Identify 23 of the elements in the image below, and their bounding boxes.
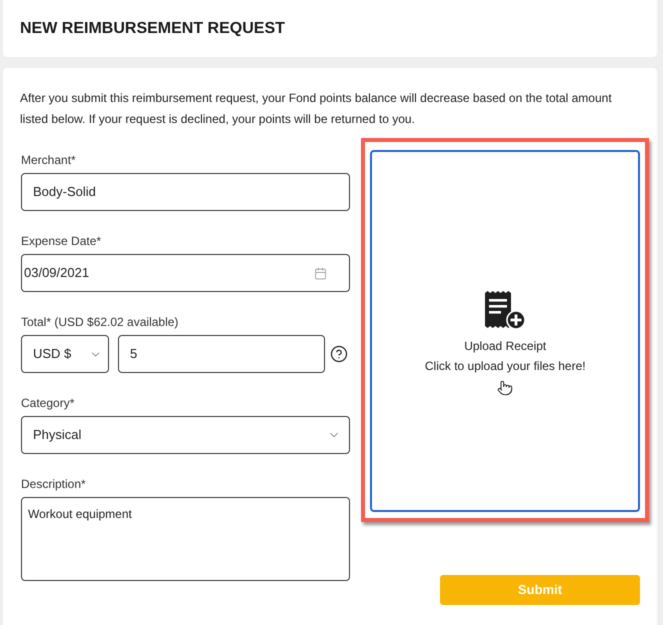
date-value: 03/09/2021 (24, 264, 90, 282)
upload-dropzone[interactable]: Upload Receipt Click to upload your files here! (370, 150, 640, 512)
currency-value: USD $ (33, 345, 72, 364)
field-label: Total* (USD $62.02 available) (21, 314, 180, 330)
field-label: Description* (21, 476, 87, 492)
description-field[interactable]: Workout equipment (21, 497, 350, 581)
hand-pointer-icon (497, 380, 514, 396)
field-label: Merchant* (21, 152, 77, 168)
date-field[interactable]: 03/09/2021 (21, 254, 350, 292)
category-value: Physical (33, 426, 82, 444)
page-title: NEW REIMBURSEMENT REQUEST (20, 18, 285, 38)
text-field[interactable]: Body-Solid (21, 173, 350, 211)
field-label: Category* (21, 395, 76, 411)
category-select[interactable]: Physical (21, 416, 350, 454)
upload-hint: Click to upload your files here! (424, 358, 586, 375)
help-icon[interactable] (330, 345, 348, 363)
field-label: Expense Date* (21, 233, 102, 249)
upload-title: Upload Receipt (464, 338, 546, 355)
calendar-icon[interactable] (314, 266, 328, 280)
currency-select[interactable]: USD $ (21, 335, 109, 373)
intro-text: After you submit this reimbursement request, your Fond points balance will decrease based on the total amount listed below. If your request is declined, your points will be returned to you. (20, 90, 613, 128)
receipt-plus-icon (484, 291, 526, 330)
amount-field[interactable]: 5 (118, 335, 325, 373)
